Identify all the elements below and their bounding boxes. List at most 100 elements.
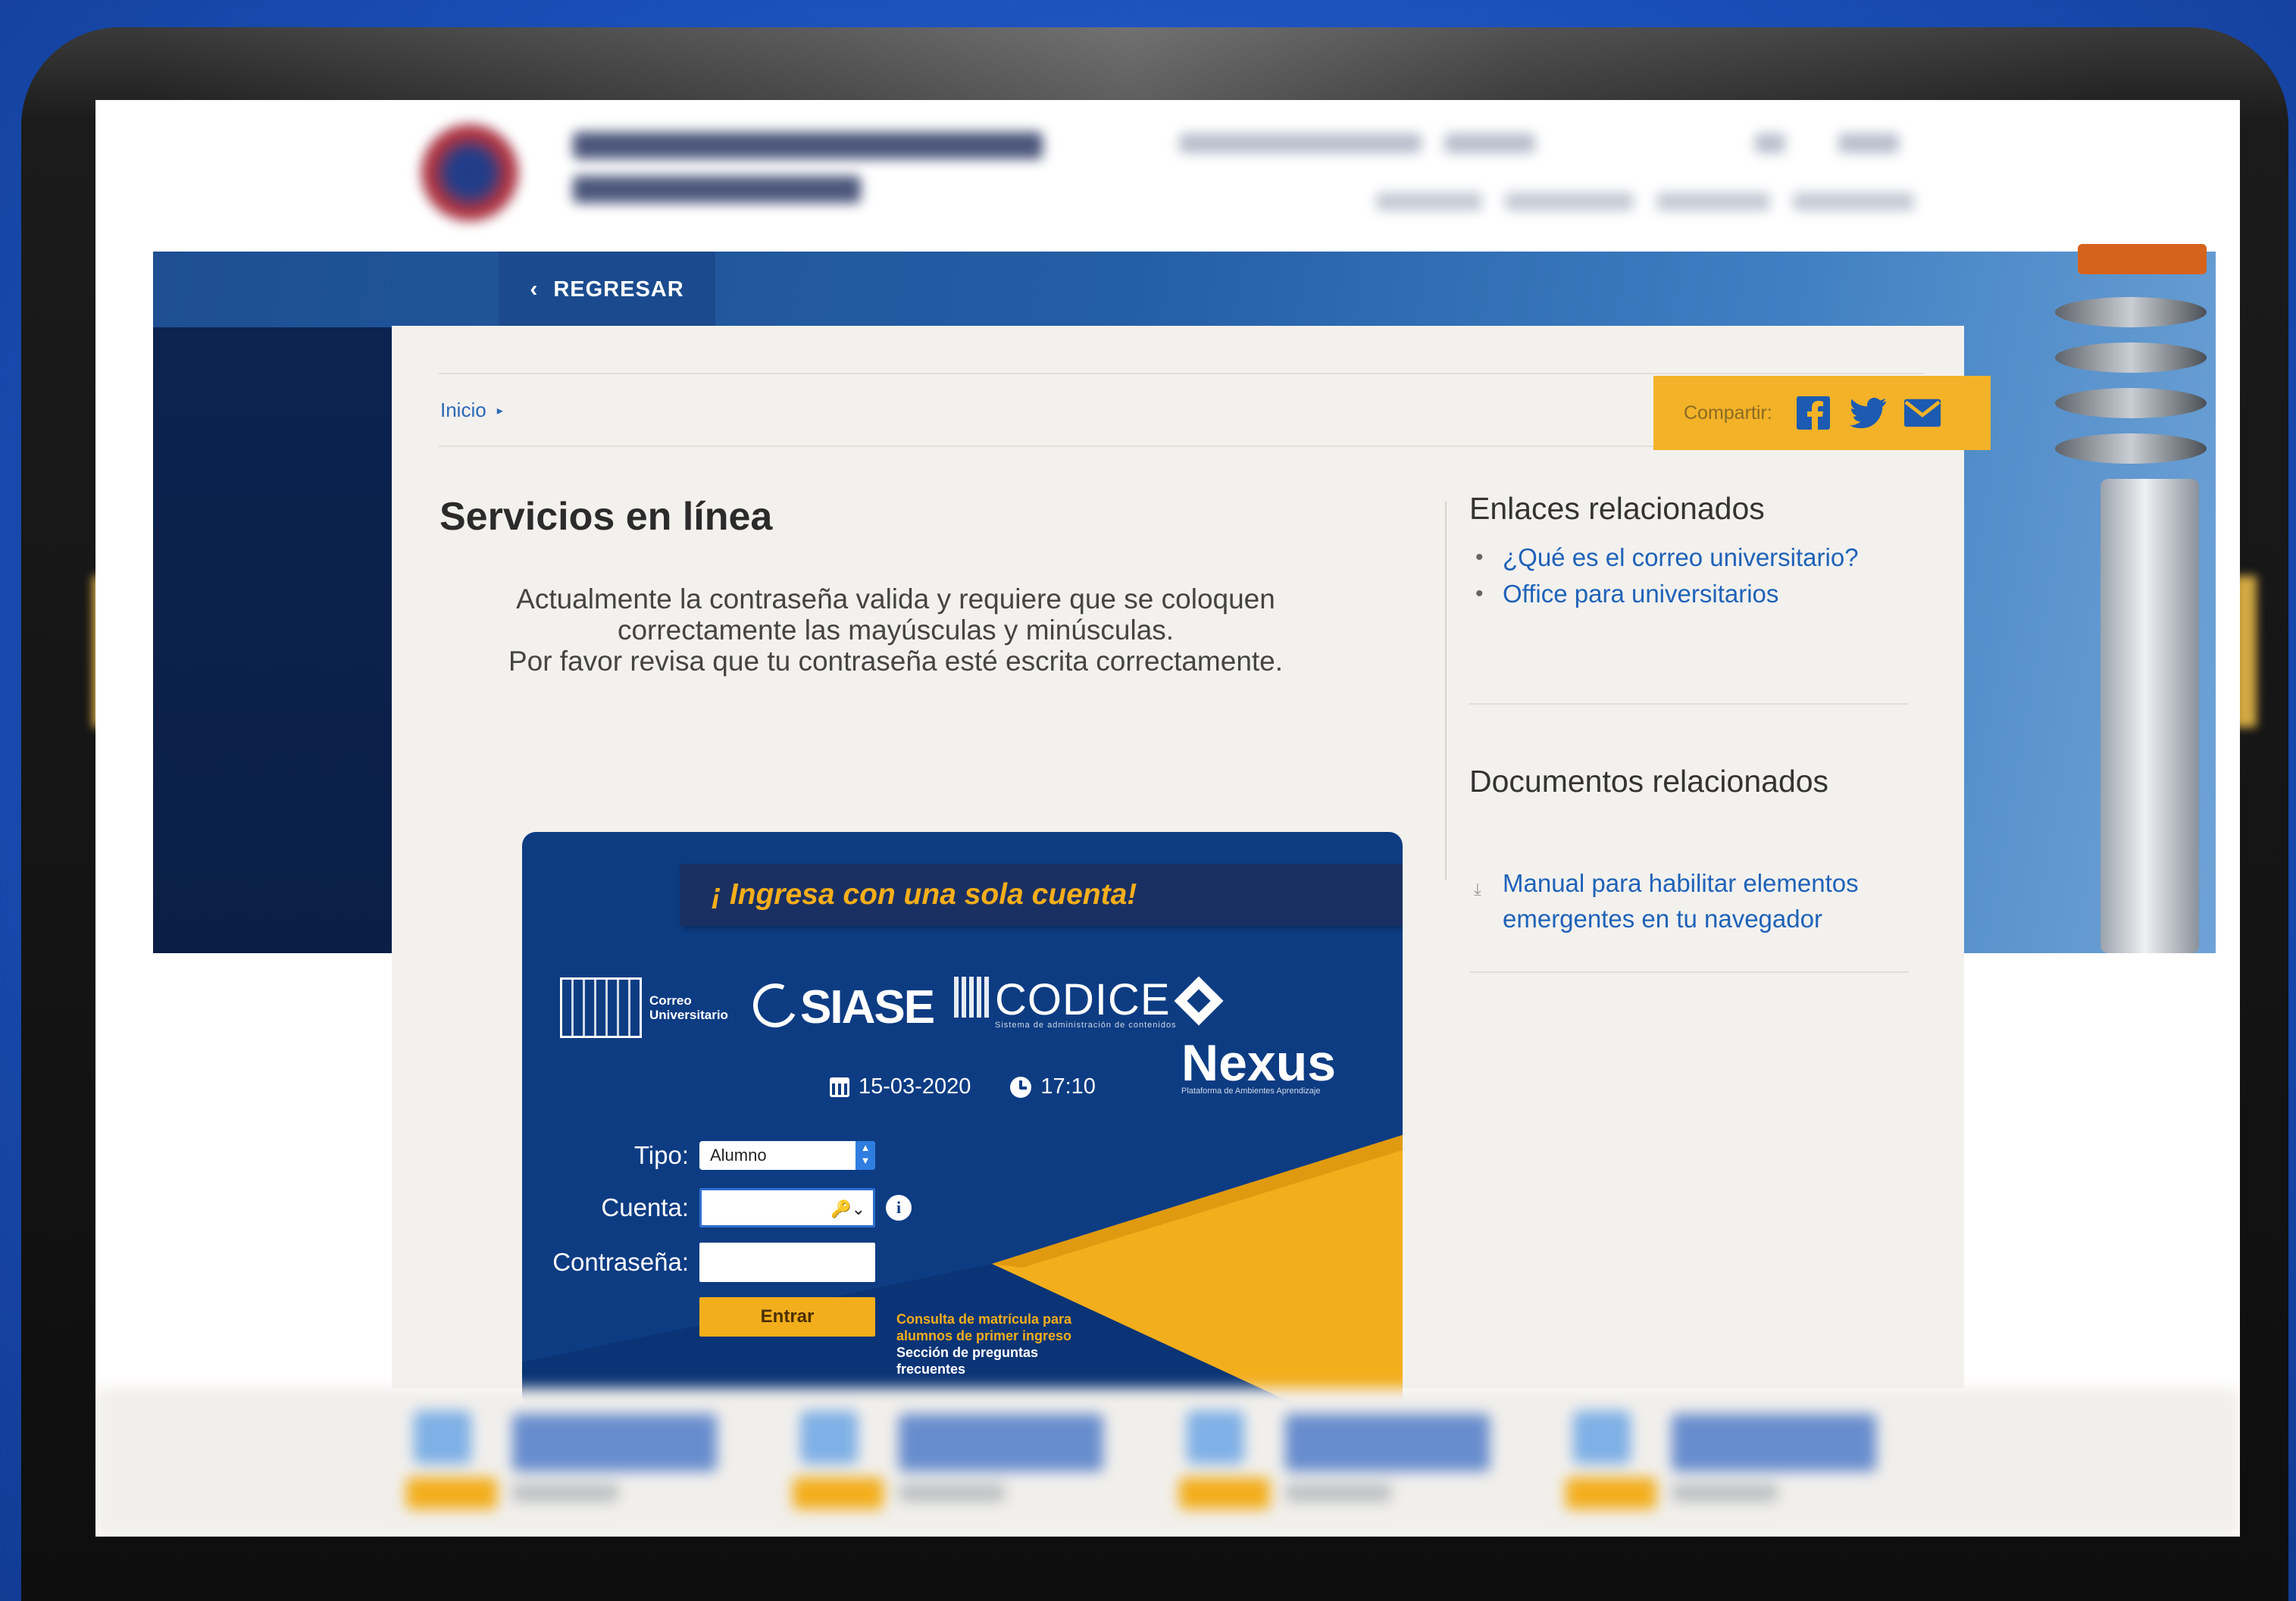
login-help-links: Consulta de matrícula para alumnos de pr… [896, 1311, 1071, 1377]
link-text: Sección de preguntas [896, 1345, 1039, 1360]
content-card: Inicio ▸ Compartir: Servicios en línea A… [392, 326, 1991, 1408]
select-arrows-icon: ▲ ▼ [856, 1141, 875, 1170]
tower-ring [2055, 342, 2207, 373]
featured-card[interactable] [1558, 1405, 1876, 1526]
tower-ring [2055, 388, 2207, 418]
password-label: Contraseña: [552, 1248, 689, 1276]
card-title [1672, 1414, 1876, 1471]
share-bar: Compartir: [1653, 376, 1991, 450]
featured-card[interactable] [399, 1405, 717, 1526]
facebook-icon[interactable] [1795, 395, 1831, 431]
login-widget: ¡ Ingresa con una sola cuenta! Correo Un… [522, 832, 1403, 1408]
featured-card[interactable] [1171, 1405, 1490, 1526]
caret-right-icon: ▸ [496, 404, 503, 417]
card-title [512, 1414, 717, 1471]
divider [1469, 703, 1909, 705]
service-icon [1187, 1411, 1244, 1464]
entrar-button[interactable]: Entrar [699, 1297, 875, 1337]
password-input[interactable] [699, 1243, 875, 1282]
header-utility-link[interactable] [1444, 133, 1535, 153]
codice-logo: CODICE Sistema de administración de cont… [954, 974, 1177, 1030]
service-icon [414, 1411, 471, 1464]
notice-line: Por favor revisa que tu contraseña esté … [508, 646, 1284, 677]
login-banner: ¡ Ingresa con una sola cuenta! [680, 864, 1403, 926]
related-link-correo[interactable]: ¿Qué es el correo universitario? [1469, 539, 1859, 576]
logo-text: Correo [649, 993, 692, 1008]
breadcrumb-home-link[interactable]: Inicio [440, 399, 486, 422]
card-meta [899, 1484, 1005, 1502]
related-docs-title: Documentos relacionados [1469, 764, 1829, 799]
notice-line: Actualmente la contraseña valida y requi… [516, 583, 1275, 614]
related-link-office[interactable]: Office para universitarios [1469, 576, 1859, 612]
tipo-select[interactable]: Alumno ▲ ▼ [699, 1141, 875, 1170]
tower-ring [2055, 297, 2207, 327]
logo-text: Nexus [1181, 1034, 1337, 1092]
hero-shadow [153, 327, 396, 953]
logo-subtext: Sistema de administración de contenidos [995, 1021, 1177, 1030]
calendar-icon [830, 1077, 849, 1097]
header-nav-item[interactable] [1656, 192, 1770, 211]
service-icon [1573, 1411, 1631, 1464]
info-icon[interactable]: i [886, 1195, 912, 1221]
uanl-building-icon [560, 977, 642, 1038]
back-button-label: REGRESAR [553, 277, 684, 302]
related-doc-manual[interactable]: ⤓ Manual para habilitar elementos emerge… [1469, 865, 1924, 937]
card-meta [1285, 1484, 1391, 1502]
twitter-icon[interactable] [1849, 395, 1886, 431]
header-nav-item[interactable] [1376, 192, 1482, 211]
related-links-title: Enlaces relacionados [1469, 491, 1765, 526]
correo-universitario-logo: Correo Universitario [560, 977, 728, 1038]
cuenta-label: Cuenta: [601, 1193, 689, 1221]
consulta-matricula-link[interactable]: Consulta de matrícula para alumnos de pr… [896, 1311, 1071, 1344]
card-badge [406, 1477, 497, 1509]
logo-text: CODICE [995, 975, 1171, 1024]
tower-top [2078, 244, 2207, 274]
search-icon[interactable] [1755, 133, 1785, 153]
header-nav-item[interactable] [1505, 192, 1634, 211]
cuenta-input[interactable]: 🔑⌄ [699, 1188, 875, 1227]
doc-text: Manual para habilitar elementos [1503, 869, 1859, 897]
date-time: 15-03-2020 17:10 [830, 1074, 1096, 1099]
current-time: 17:10 [1040, 1074, 1096, 1099]
tower-column [2100, 479, 2199, 953]
header-nav-item[interactable] [1793, 192, 1914, 211]
breadcrumb: Inicio ▸ [440, 399, 503, 422]
logo-text: SIASE [800, 981, 935, 1033]
tower-ring [2055, 433, 2207, 464]
share-label: Compartir: [1684, 402, 1772, 424]
browser-screen: ‹ REGRESAR Inicio ▸ Compartir: Servicios… [95, 100, 2240, 1537]
back-button[interactable]: ‹ REGRESAR [499, 252, 715, 327]
faq-link[interactable]: Sección de preguntas frecuentes [896, 1344, 1071, 1377]
service-logos: Correo Universitario SIASE CODICE Sistem… [560, 968, 1371, 1096]
logo-subtext: Plataforma de Ambientes Aprendizaje [1181, 1087, 1321, 1096]
card-meta [1672, 1484, 1778, 1502]
key-icon[interactable]: 🔑⌄ [831, 1199, 865, 1219]
header-utility-link[interactable] [1179, 133, 1422, 153]
featured-card[interactable] [785, 1405, 1103, 1526]
siase-swirl-icon [746, 977, 804, 1034]
tablet-bezel-reflection [136, 27, 2122, 100]
link-text: frecuentes [896, 1362, 966, 1377]
clock-icon [1010, 1076, 1032, 1098]
card-badge [1566, 1477, 1656, 1509]
university-name [573, 132, 1043, 159]
current-date: 15-03-2020 [859, 1074, 971, 1099]
card-badge [793, 1477, 884, 1509]
notice-line: correctamente las mayúsculas y minúscula… [617, 614, 1175, 646]
link-text: alumnos de primer ingreso [896, 1328, 1072, 1343]
codice-grid-icon [954, 977, 989, 1018]
card-badge [1179, 1477, 1270, 1509]
language-menu[interactable] [1838, 133, 1899, 153]
university-seal-logo [421, 124, 518, 221]
tipo-label: Tipo: [633, 1141, 689, 1169]
page-title: Servicios en línea [439, 495, 773, 539]
logo-text: Universitario [649, 1008, 728, 1022]
university-name-line2 [573, 176, 861, 203]
featured-services-strip [95, 1388, 2240, 1537]
service-icon [800, 1411, 858, 1464]
email-icon[interactable] [1903, 395, 1941, 431]
related-links-list: ¿Qué es el correo universitario? Office … [1469, 539, 1859, 612]
nexus-diamond-icon [1174, 976, 1224, 1026]
password-notice: Actualmente la contraseña valida y requi… [498, 583, 1293, 677]
download-icon: ⤓ [1474, 880, 1481, 899]
